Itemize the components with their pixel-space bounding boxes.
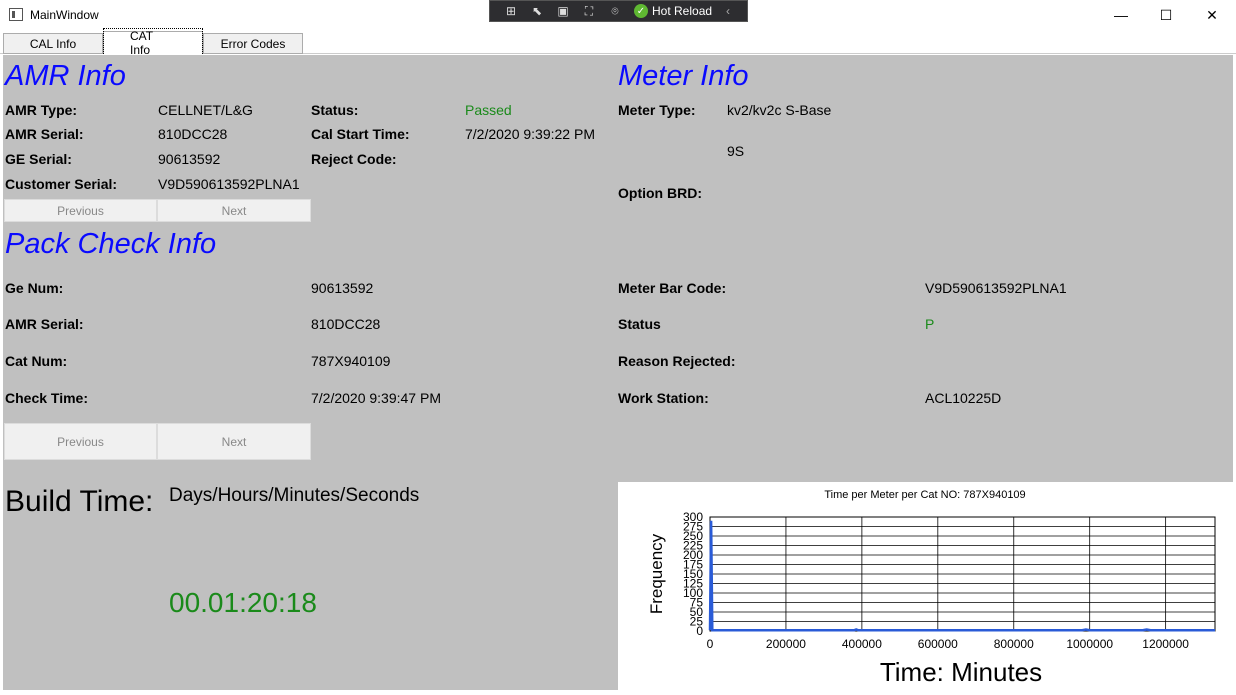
- check-icon: ✓: [634, 4, 648, 18]
- customer-serial-value: V9D590613592PLNA1: [158, 176, 300, 192]
- meter-type-label: Meter Type:: [618, 102, 696, 118]
- tab-cal-info[interactable]: CAL Info: [3, 33, 103, 54]
- pack-check-heading: Pack Check Info: [5, 228, 217, 260]
- x-tick-label: 0: [707, 637, 714, 651]
- x-tick-label: 200000: [766, 637, 806, 651]
- live-visual-tree-icon[interactable]: ⊞: [502, 3, 520, 19]
- select-element-icon[interactable]: ⬉: [528, 3, 546, 19]
- status-value: Passed: [465, 102, 512, 118]
- cat-num-label: Cat Num:: [5, 353, 68, 369]
- y-axis-label: Frequency: [647, 533, 666, 614]
- cal-start-time-value: 7/2/2020 9:39:22 PM: [465, 126, 595, 142]
- build-time-value: 00.01:20:18: [169, 587, 317, 618]
- tab-strip: CAL Info CAT Info Error Codes: [0, 28, 1236, 58]
- meter-type-value: kv2/kv2c S-Base: [727, 102, 832, 118]
- ge-num-label: Ge Num:: [5, 280, 64, 296]
- customer-serial-label: Customer Serial:: [5, 176, 118, 192]
- meter-bar-code-value: V9D590613592PLNA1: [925, 280, 1067, 296]
- status-label: Status:: [311, 102, 359, 118]
- meter-bar-code-label: Meter Bar Code:: [618, 280, 727, 296]
- x-tick-label: 600000: [918, 637, 958, 651]
- x-tick-label: 800000: [994, 637, 1034, 651]
- y-tick-label: 300: [683, 510, 703, 524]
- cat-info-panel: AMR Info AMR Type: CELLNET/L&G AMR Seria…: [3, 55, 1233, 690]
- amr-type-value: CELLNET/L&G: [158, 102, 253, 118]
- meter-info-heading: Meter Info: [618, 60, 749, 92]
- check-time-value: 7/2/2020 9:39:47 PM: [311, 390, 441, 406]
- amr-serial-value: 810DCC28: [158, 126, 228, 142]
- track-focus-icon[interactable]: ⛶: [580, 3, 598, 19]
- time-per-meter-chart: Time per Meter per Cat NO: 787X940109 0 25…: [618, 482, 1233, 690]
- maximize-button[interactable]: ☐: [1143, 0, 1189, 30]
- pack-previous-button[interactable]: Previous: [4, 423, 157, 460]
- meter-form-value: 9S: [727, 143, 745, 159]
- option-brd-label: Option BRD:: [618, 185, 702, 201]
- ge-serial-value: 90613592: [158, 151, 221, 167]
- tab-label: Error Codes: [220, 36, 286, 51]
- tab-cat-info[interactable]: CAT Info: [103, 28, 203, 58]
- work-station-label: Work Station:: [618, 390, 709, 406]
- amr-serial-label: AMR Serial:: [5, 126, 84, 142]
- pack-next-button[interactable]: Next: [157, 423, 311, 460]
- x-tick-label: 400000: [842, 637, 882, 651]
- amr-next-button[interactable]: Next: [157, 199, 311, 222]
- check-time-label: Check Time:: [5, 390, 88, 406]
- amr-previous-button[interactable]: Previous: [4, 199, 157, 222]
- tab-label: CAL Info: [29, 36, 77, 51]
- pack-amr-serial-value: 810DCC28: [311, 316, 381, 332]
- x-tick-label: 1200000: [1142, 637, 1189, 651]
- x-tick-label: 1000000: [1066, 637, 1113, 651]
- minimize-button[interactable]: —: [1098, 0, 1144, 30]
- pack-status-value: P: [925, 316, 935, 332]
- build-time-label: Build Time:: [5, 485, 154, 518]
- title-bar: MainWindow ⊞ ⬉ ▣ ⛶ ⌾ ✓ Hot Reload ‹ — ☐ …: [0, 0, 1236, 30]
- work-station-value: ACL10225D: [925, 390, 1002, 406]
- window-title: MainWindow: [30, 8, 99, 22]
- chart-title: Time per Meter per Cat NO: 787X940109: [824, 489, 1025, 501]
- amr-info-heading: AMR Info: [5, 60, 126, 92]
- x-axis-label: Time: Minutes: [880, 657, 1042, 687]
- hot-reload-status[interactable]: ✓ Hot Reload: [634, 4, 712, 18]
- cat-num-value: 787X940109: [311, 353, 391, 369]
- amr-type-label: AMR Type:: [5, 102, 78, 118]
- close-button[interactable]: ✕: [1189, 0, 1235, 30]
- collapse-toolbar-icon[interactable]: ‹: [726, 4, 730, 18]
- pack-amr-serial-label: AMR Serial:: [5, 316, 84, 332]
- tab-label: CAT Info: [103, 28, 203, 58]
- chart-svg: Time per Meter per Cat NO: 787X940109025…: [647, 489, 1216, 687]
- ge-serial-label: GE Serial:: [5, 151, 72, 167]
- hot-reload-label: Hot Reload: [652, 4, 713, 18]
- tab-error-codes[interactable]: Error Codes: [203, 33, 303, 54]
- reason-rejected-label: Reason Rejected:: [618, 353, 736, 369]
- binding-failures-icon[interactable]: ⌾: [606, 3, 624, 19]
- reject-code-label: Reject Code:: [311, 151, 397, 167]
- cal-start-time-label: Cal Start Time:: [311, 126, 410, 142]
- ge-num-value: 90613592: [311, 280, 374, 296]
- build-time-format: Days/Hours/Minutes/Seconds: [169, 485, 420, 506]
- pack-status-label: Status: [618, 316, 661, 332]
- app-icon: [9, 8, 23, 21]
- display-adorners-icon[interactable]: ▣: [554, 3, 572, 19]
- xaml-debug-toolbar: ⊞ ⬉ ▣ ⛶ ⌾ ✓ Hot Reload ‹: [489, 0, 748, 22]
